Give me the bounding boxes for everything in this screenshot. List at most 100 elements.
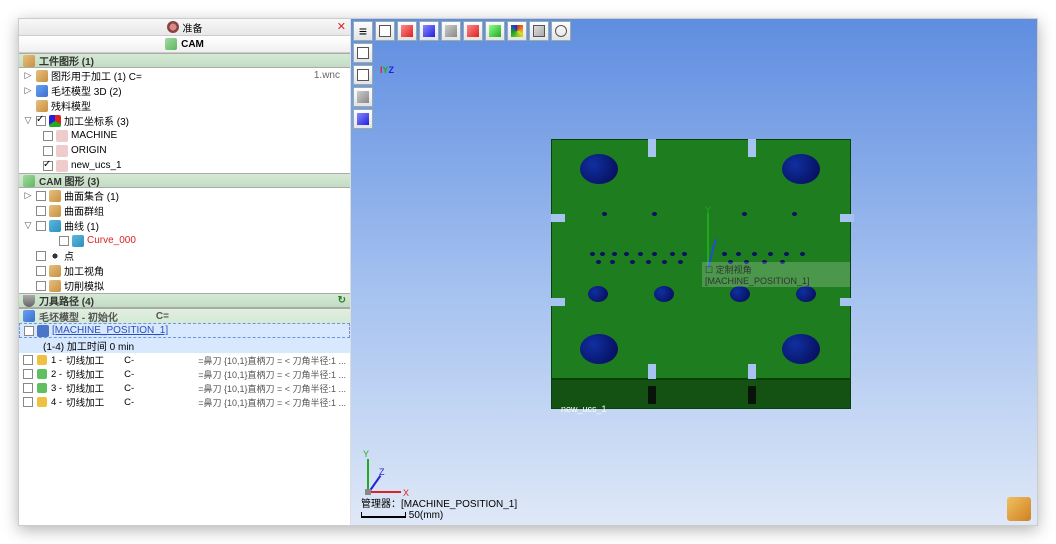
checkbox[interactable] <box>59 236 69 246</box>
checkbox[interactable] <box>36 116 46 126</box>
machine-pos-link[interactable]: [MACHINE_POSITION_1] <box>52 325 168 336</box>
tp-name: 切线加工 <box>66 367 104 381</box>
tp-col1: 毛坯模型 - 初始化 <box>39 309 118 324</box>
tp-desc: =鼻刀 {10,1}直柄刀 = < 刀角半径:1 ... <box>198 368 346 381</box>
zoom-button[interactable] <box>551 21 571 41</box>
node-stock3d[interactable]: ▷ 毛坯模型 3D (2) <box>19 83 350 98</box>
node-coord-newucs[interactable]: new_ucs_1 <box>19 158 350 173</box>
display-mode-3-button[interactable] <box>353 109 373 129</box>
curve-item-label: Curve_000 <box>87 235 136 246</box>
checkbox[interactable] <box>43 161 53 171</box>
tp-num: 3 - <box>51 383 62 394</box>
cs-icon <box>56 130 68 142</box>
toolpath-row[interactable]: 2 - 切线加工C-=鼻刀 {10,1}直柄刀 = < 刀角半径:1 ... <box>19 367 350 381</box>
overlay-selection-label[interactable]: ☐ 定制视角[MACHINE_POSITION_1] <box>702 262 850 287</box>
view-wire-button[interactable] <box>375 21 395 41</box>
node-machine-position[interactable]: [MACHINE_POSITION_1] <box>19 323 350 338</box>
checkbox[interactable] <box>24 326 34 336</box>
node-coord-origin[interactable]: ORIGIN <box>19 143 350 158</box>
node-points[interactable]: 点 <box>19 248 350 263</box>
scale-value: 50(mm) <box>409 510 443 521</box>
surfset-icon <box>49 190 61 202</box>
node-coords-group[interactable]: ▽ 加工坐标系 (3) <box>19 113 350 128</box>
menu-button[interactable]: ≡ <box>353 21 373 41</box>
corner-box-icon[interactable] <box>1007 497 1031 521</box>
tab-cam[interactable]: CAM <box>19 36 350 53</box>
tp-columns-header: 毛坯模型 - 初始化 C= <box>19 308 350 323</box>
hole <box>588 286 608 302</box>
node-surfset[interactable]: ▷ 曲面集合 (1) <box>19 188 350 203</box>
cs-icon <box>56 145 68 157</box>
expand-icon[interactable]: ▷ <box>23 70 33 81</box>
hole-sm <box>742 212 747 216</box>
section-header-part[interactable]: 工件图形 (1) <box>19 53 350 68</box>
angle-icon <box>49 265 61 277</box>
tab-prepare[interactable]: 准备 ✕ <box>19 19 350 36</box>
x-axis-arrow <box>371 491 401 493</box>
view-green-button[interactable] <box>485 21 505 41</box>
tab-cam-label: CAM <box>181 39 204 50</box>
checkbox[interactable] <box>23 383 33 393</box>
section-part-label: 工件图形 (1) <box>39 53 94 68</box>
node-surfgroup[interactable]: 曲面群组 <box>19 203 350 218</box>
expand-icon[interactable]: ▷ <box>23 85 33 96</box>
view-multi-button[interactable] <box>507 21 527 41</box>
checkbox[interactable] <box>23 369 33 379</box>
checkbox[interactable] <box>36 281 46 291</box>
section-header-toolpath[interactable]: 刀具路径 (4) ↻ <box>19 293 350 308</box>
node-mp-sub[interactable]: (1-4) 加工时间 0 min <box>19 338 350 353</box>
position-icon <box>37 325 49 337</box>
expand-icon[interactable]: ▷ <box>23 190 33 201</box>
notch <box>840 298 854 306</box>
fixture-icon <box>36 100 48 112</box>
camgeom-icon <box>23 175 35 187</box>
node-fixture[interactable]: 残料模型 <box>19 98 350 113</box>
refresh-icon[interactable]: ↻ <box>338 295 346 306</box>
view-grey-button[interactable] <box>441 21 461 41</box>
coords-group-label: 加工坐标系 (3) <box>64 113 129 128</box>
node-geom-used[interactable]: ▷ 图形用于加工 (1) C= 1.wnc <box>19 68 350 83</box>
top-toolbar-2: IYZ <box>353 43 373 63</box>
node-machangle[interactable]: 加工视角 <box>19 263 350 278</box>
xyz-indicator: IYZ <box>380 65 394 75</box>
display-mode-1-button[interactable] <box>353 65 373 85</box>
toolpath-row[interactable]: 3 - 切线加工C-=鼻刀 {10,1}直柄刀 = < 刀角半径:1 ... <box>19 381 350 395</box>
section-header-camgeom[interactable]: CAM 图形 (3) <box>19 173 350 188</box>
points-label: 点 <box>64 248 74 263</box>
box-blue-icon <box>357 113 369 125</box>
view-iso-button[interactable] <box>529 21 549 41</box>
view-red2-button[interactable] <box>463 21 483 41</box>
view-blue-button[interactable] <box>419 21 439 41</box>
checkbox[interactable] <box>43 131 53 141</box>
ucs-toggle-button[interactable] <box>353 43 373 63</box>
notch <box>748 139 756 157</box>
checkbox[interactable] <box>23 397 33 407</box>
checkbox[interactable] <box>36 191 46 201</box>
curve-icon <box>72 235 84 247</box>
toolpath-row[interactable]: 4 - 切线加工C-=鼻刀 {10,1}直柄刀 = < 刀角半径:1 ... <box>19 395 350 409</box>
3d-viewport[interactable]: ≡ IYZ <box>351 19 1037 525</box>
checkbox[interactable] <box>43 146 53 156</box>
status-icon <box>37 397 47 407</box>
view-red-button[interactable] <box>397 21 417 41</box>
node-curveset[interactable]: ▽ 曲线 (1) <box>19 218 350 233</box>
status-icon <box>37 355 47 365</box>
checkbox[interactable] <box>36 221 46 231</box>
display-mode-2-button[interactable] <box>353 87 373 107</box>
node-cutsim[interactable]: 切削模拟 <box>19 278 350 293</box>
collapse-icon[interactable]: ▽ <box>23 220 33 231</box>
checkbox[interactable] <box>36 266 46 276</box>
node-curve-item[interactable]: Curve_000 <box>19 233 350 248</box>
node-coord-machine[interactable]: MACHINE <box>19 128 350 143</box>
close-icon[interactable]: ✕ <box>337 20 346 33</box>
checkbox[interactable] <box>23 355 33 365</box>
toolpath-row[interactable]: 1 - 切线加工C-=鼻刀 {10,1}直柄刀 = < 刀角半径:1 ... <box>19 353 350 367</box>
checkbox[interactable] <box>36 206 46 216</box>
checkbox[interactable] <box>36 251 46 261</box>
view-orientation-triad[interactable]: X Y Z <box>365 445 415 495</box>
collapse-icon[interactable]: ▽ <box>23 115 33 126</box>
hole-sm <box>792 212 797 216</box>
y-label: Y <box>363 449 369 459</box>
curveset-label: 曲线 (1) <box>64 218 99 233</box>
geom-file-label: 1.wnc <box>314 70 346 81</box>
